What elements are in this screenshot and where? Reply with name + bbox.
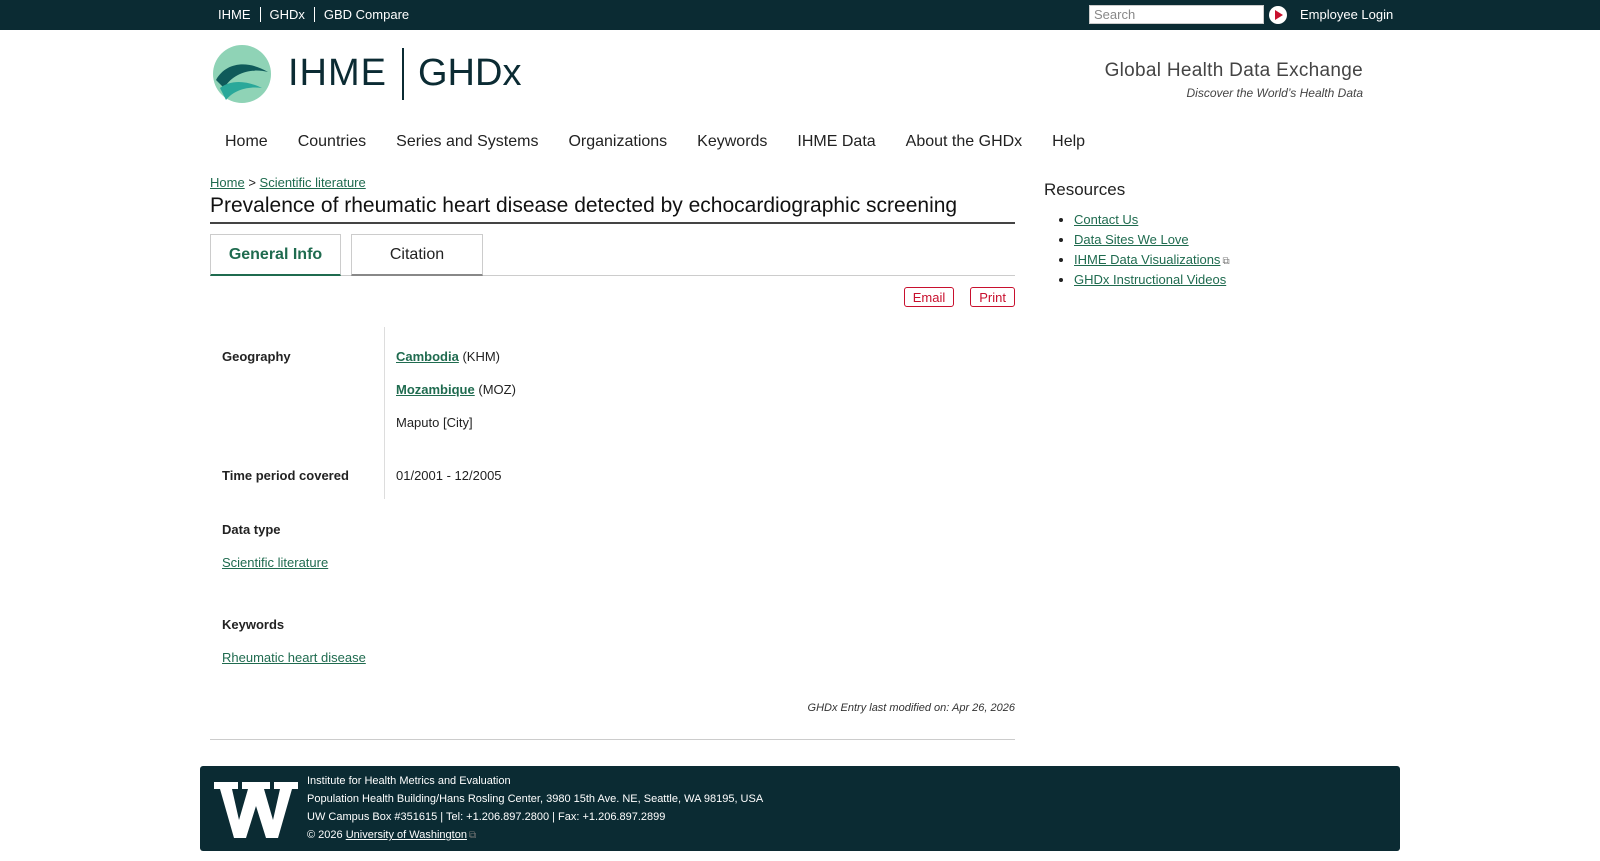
email-button[interactable]: Email — [903, 287, 955, 307]
resource-data-sites[interactable]: Data Sites We Love — [1074, 232, 1189, 247]
geo-code: (KHM) — [462, 349, 501, 364]
keywords-label: Keywords — [222, 617, 285, 632]
nav-ihme-data[interactable]: IHME Data — [797, 133, 875, 151]
resource-ihme-viz[interactable]: IHME Data Visualizations — [1074, 252, 1220, 267]
top-nav-separator — [313, 7, 315, 22]
tab-general-info[interactable]: General Info — [210, 234, 341, 276]
tab-bar: General Info Citation — [210, 234, 1015, 276]
ihme-leaf-icon — [213, 45, 271, 103]
search-submit-arrow-icon[interactable] — [1269, 6, 1287, 24]
footer-copyright: © 2026 — [307, 829, 343, 841]
list-item: Contact Us — [1074, 212, 1230, 227]
top-link-ihme[interactable]: IHME — [218, 7, 251, 22]
top-link-ghdx[interactable]: GHDx — [270, 7, 305, 22]
footer-contact: UW Campus Box #351615 | Tel: +1.206.897.… — [307, 811, 666, 823]
breadcrumb-separator: > — [248, 175, 256, 190]
uw-w-logo-icon[interactable] — [214, 780, 298, 840]
nav-help[interactable]: Help — [1052, 133, 1085, 151]
tagline-subtitle: Discover the World’s Health Data — [1186, 86, 1363, 100]
logo-ihme-text: IHME — [288, 52, 387, 94]
top-nav-separator — [259, 7, 261, 22]
time-period-label: Time period covered — [222, 468, 349, 483]
nav-keywords[interactable]: Keywords — [697, 133, 767, 151]
breadcrumb: Home > Scientific literature — [210, 175, 1015, 190]
list-item: Data Sites We Love — [1074, 232, 1230, 247]
external-link-icon: ⧉ — [468, 830, 477, 841]
main-nav: Home Countries Series and Systems Organi… — [225, 133, 1115, 151]
breadcrumb-home[interactable]: Home — [210, 175, 245, 190]
external-link-icon: ⧉ — [1222, 256, 1230, 267]
top-nav: IHME GHDx GBD Compare — [218, 7, 409, 22]
nav-home[interactable]: Home — [225, 133, 268, 151]
geo-code: (MOZ) — [478, 382, 516, 397]
logo-divider — [402, 48, 404, 100]
logo-ghdx-text: GHDx — [418, 52, 522, 94]
resources-title: Resources — [1044, 180, 1126, 199]
last-modified: GHDx Entry last modified on: Apr 26, 202… — [807, 702, 1015, 714]
nav-series-and-systems[interactable]: Series and Systems — [396, 133, 538, 151]
nav-countries[interactable]: Countries — [298, 133, 366, 151]
data-type-link[interactable]: Scientific literature — [222, 555, 328, 570]
footer-org: Institute for Health Metrics and Evaluat… — [307, 775, 511, 787]
nav-organizations[interactable]: Organizations — [568, 133, 667, 151]
resources-sidebar: Resources Contact Us Data Sites We Love … — [1044, 180, 1230, 292]
tagline-title: Global Health Data Exchange — [1104, 60, 1363, 81]
data-type-label: Data type — [222, 522, 281, 537]
site-tagline: Global Health Data Exchange Discover the… — [1105, 60, 1363, 100]
main-content: Home > Scientific literature Prevalence … — [210, 175, 1015, 499]
geography-value-mozambique: Mozambique (MOZ) — [396, 382, 516, 397]
geo-link-mozambique[interactable]: Mozambique — [396, 382, 475, 397]
tab-citation[interactable]: Citation — [351, 234, 483, 276]
info-divider — [384, 327, 385, 499]
top-bar: IHME GHDx GBD Compare Employee Login — [0, 0, 1600, 30]
list-item: GHDx Instructional Videos — [1074, 272, 1230, 287]
keyword-link[interactable]: Rheumatic heart disease — [222, 650, 366, 665]
resource-instructional-videos[interactable]: GHDx Instructional Videos — [1074, 272, 1226, 287]
geography-value-cambodia: Cambodia (KHM) — [396, 349, 500, 364]
print-button[interactable]: Print — [970, 287, 1015, 307]
top-link-gbd-compare[interactable]: GBD Compare — [324, 7, 409, 22]
footer-copyright-line: © 2026 University of Washington ⧉ — [307, 826, 763, 845]
resources-list: Contact Us Data Sites We Love IHME Data … — [1074, 212, 1230, 287]
employee-login-link[interactable]: Employee Login — [1300, 7, 1393, 22]
search-input[interactable] — [1089, 5, 1264, 24]
content-divider — [210, 739, 1015, 740]
uw-link[interactable]: University of Washington — [346, 829, 467, 841]
list-item: IHME Data Visualizations⧉ — [1074, 252, 1230, 267]
time-period-value: 01/2001 - 12/2005 — [396, 468, 502, 483]
geography-label: Geography — [222, 349, 291, 364]
geography-value-city: Maputo [City] — [396, 415, 473, 430]
breadcrumb-current[interactable]: Scientific literature — [260, 175, 366, 190]
geo-link-cambodia[interactable]: Cambodia — [396, 349, 459, 364]
footer: Institute for Health Metrics and Evaluat… — [200, 766, 1400, 851]
info-table: Geography Cambodia (KHM) Mozambique (MOZ… — [210, 327, 1015, 499]
resource-contact-us[interactable]: Contact Us — [1074, 212, 1138, 227]
action-buttons: Email Print — [210, 287, 1015, 309]
footer-text: Institute for Health Metrics and Evaluat… — [307, 772, 763, 845]
nav-about-ghdx[interactable]: About the GHDx — [906, 133, 1023, 151]
ihme-ghdx-logo[interactable]: IHME GHDx — [212, 42, 530, 104]
page-title: Prevalence of rheumatic heart disease de… — [210, 194, 1015, 224]
footer-address: Population Health Building/Hans Rosling … — [307, 793, 764, 805]
